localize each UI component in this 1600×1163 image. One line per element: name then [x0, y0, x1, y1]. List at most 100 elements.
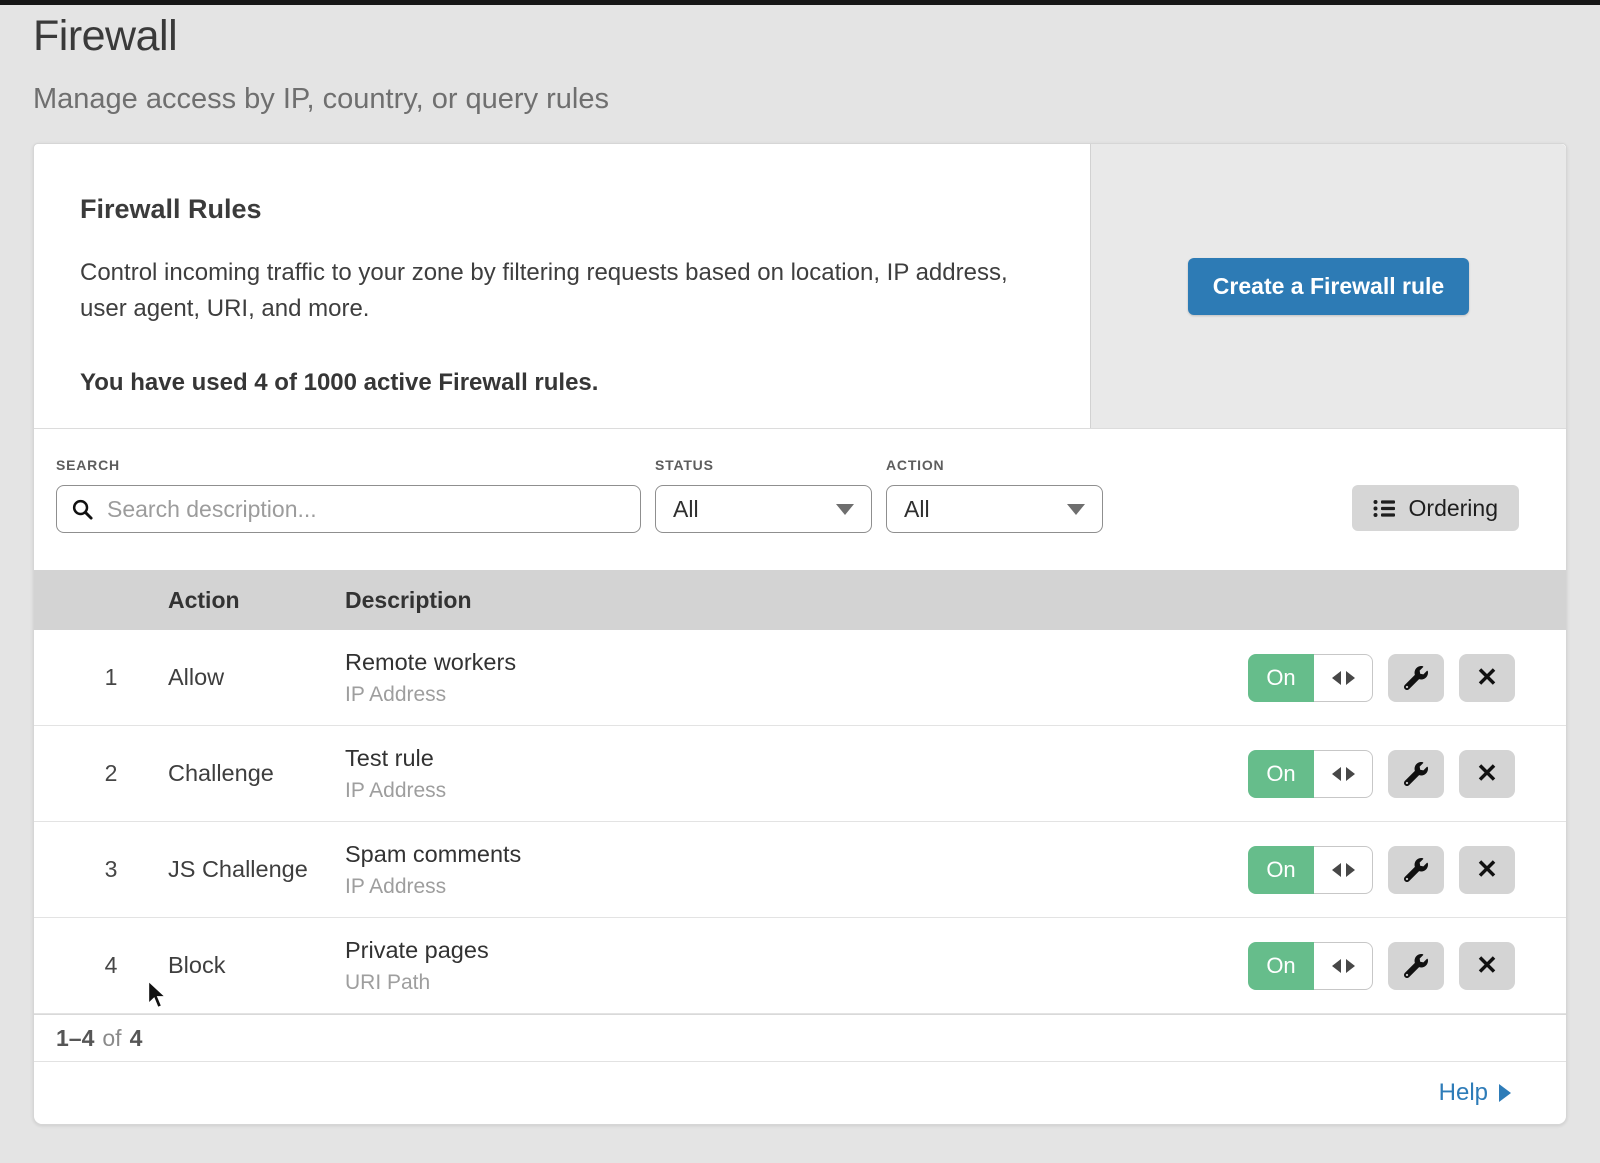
rule-description-cell: Private pages URI Path	[345, 937, 1248, 995]
action-label: ACTION	[886, 457, 1117, 473]
help-link-label: Help	[1439, 1079, 1488, 1107]
list-icon	[1373, 499, 1396, 518]
rule-priority-number: 3	[34, 856, 168, 883]
rules-table-body: 1 Allow Remote workers IP Address On	[34, 630, 1566, 1014]
toggle-handle[interactable]	[1314, 654, 1373, 702]
rule-enabled-toggle[interactable]: On	[1248, 846, 1373, 894]
filter-bar: SEARCH STATUS All ACTION All	[34, 429, 1566, 570]
rule-description-cell: Spam comments IP Address	[345, 841, 1248, 899]
delete-rule-button[interactable]: ✕	[1459, 942, 1515, 990]
rule-description: Private pages	[345, 937, 1248, 964]
search-filter-group: SEARCH	[56, 457, 641, 533]
rule-match-type: URI Path	[345, 971, 1248, 995]
rule-priority-number: 4	[34, 952, 168, 979]
edit-rule-button[interactable]	[1388, 942, 1444, 990]
firewall-rules-card: Firewall Rules Control incoming traffic …	[33, 143, 1567, 1125]
toggle-on-label: On	[1248, 654, 1314, 702]
action-select[interactable]: All	[886, 485, 1103, 533]
toggle-handle[interactable]	[1314, 750, 1373, 798]
page-header: Firewall Manage access by IP, country, o…	[33, 12, 609, 116]
wrench-icon	[1404, 762, 1428, 786]
search-box[interactable]	[56, 485, 641, 533]
search-input[interactable]	[105, 495, 626, 524]
arrow-left-icon	[1332, 959, 1341, 973]
rule-description-cell: Test rule IP Address	[345, 745, 1248, 803]
delete-rule-button[interactable]: ✕	[1459, 654, 1515, 702]
action-filter-group: ACTION All	[886, 457, 1117, 533]
pagination-row: 1–4 of 4	[34, 1014, 1566, 1061]
rule-controls: On ✕	[1248, 942, 1566, 990]
help-arrow-icon	[1499, 1084, 1511, 1102]
rule-match-type: IP Address	[345, 779, 1248, 803]
arrow-right-icon	[1346, 671, 1355, 685]
rule-priority-number: 1	[34, 664, 168, 691]
edit-rule-button[interactable]	[1388, 654, 1444, 702]
pagination-range: 1–4	[56, 1025, 94, 1052]
status-selected-value: All	[673, 496, 699, 523]
rule-action: Challenge	[168, 760, 345, 787]
rule-action: JS Challenge	[168, 856, 345, 883]
toggle-on-label: On	[1248, 750, 1314, 798]
page-title: Firewall	[33, 12, 609, 61]
pagination-total: 4	[130, 1025, 143, 1052]
arrow-left-icon	[1332, 863, 1341, 877]
close-icon: ✕	[1476, 758, 1498, 789]
rule-match-type: IP Address	[345, 875, 1248, 899]
arrow-right-icon	[1346, 959, 1355, 973]
search-label: SEARCH	[56, 457, 641, 473]
panel-title: Firewall Rules	[80, 194, 1020, 225]
rule-description-cell: Remote workers IP Address	[345, 649, 1248, 707]
rules-table-header: Action Description	[34, 570, 1566, 630]
toggle-on-label: On	[1248, 846, 1314, 894]
table-row: 2 Challenge Test rule IP Address On	[34, 726, 1566, 822]
rule-priority-number: 2	[34, 760, 168, 787]
rule-controls: On ✕	[1248, 750, 1566, 798]
rule-description: Spam comments	[345, 841, 1248, 868]
ordering-button[interactable]: Ordering	[1352, 485, 1519, 531]
firewall-rules-intro-panel: Firewall Rules Control incoming traffic …	[34, 144, 1566, 429]
ordering-button-label: Ordering	[1409, 495, 1498, 522]
help-row: Help	[34, 1061, 1566, 1124]
panel-description: Control incoming traffic to your zone by…	[80, 255, 1020, 327]
rule-match-type: IP Address	[345, 683, 1248, 707]
edit-rule-button[interactable]	[1388, 750, 1444, 798]
toggle-handle[interactable]	[1314, 942, 1373, 990]
toggle-on-label: On	[1248, 942, 1314, 990]
chevron-down-icon	[836, 504, 854, 515]
rule-enabled-toggle[interactable]: On	[1248, 654, 1373, 702]
action-column-header: Action	[168, 587, 345, 614]
arrow-left-icon	[1332, 671, 1341, 685]
action-selected-value: All	[904, 496, 930, 523]
arrow-right-icon	[1346, 863, 1355, 877]
window-top-edge	[0, 0, 1600, 5]
rule-description: Test rule	[345, 745, 1248, 772]
create-firewall-rule-button[interactable]: Create a Firewall rule	[1188, 258, 1469, 315]
wrench-icon	[1404, 666, 1428, 690]
arrow-right-icon	[1346, 767, 1355, 781]
rule-enabled-toggle[interactable]: On	[1248, 750, 1373, 798]
page-subtitle: Manage access by IP, country, or query r…	[33, 83, 609, 116]
rule-enabled-toggle[interactable]: On	[1248, 942, 1373, 990]
rule-controls: On ✕	[1248, 846, 1566, 894]
chevron-down-icon	[1067, 504, 1085, 515]
rule-action: Block	[168, 952, 345, 979]
edit-rule-button[interactable]	[1388, 846, 1444, 894]
table-row: 3 JS Challenge Spam comments IP Address …	[34, 822, 1566, 918]
rule-controls: On ✕	[1248, 654, 1566, 702]
delete-rule-button[interactable]: ✕	[1459, 750, 1515, 798]
help-link[interactable]: Help	[1439, 1079, 1511, 1107]
status-select[interactable]: All	[655, 485, 872, 533]
intro-text-section: Firewall Rules Control incoming traffic …	[34, 144, 1090, 428]
delete-rule-button[interactable]: ✕	[1459, 846, 1515, 894]
status-label: STATUS	[655, 457, 886, 473]
status-filter-group: STATUS All	[655, 457, 886, 533]
toggle-handle[interactable]	[1314, 846, 1373, 894]
wrench-icon	[1404, 858, 1428, 882]
table-row: 4 Block Private pages URI Path On	[34, 918, 1566, 1014]
description-column-header: Description	[345, 587, 1566, 614]
close-icon: ✕	[1476, 662, 1498, 693]
pagination-separator: of	[102, 1025, 121, 1052]
arrow-left-icon	[1332, 767, 1341, 781]
search-icon	[71, 498, 94, 521]
rule-description: Remote workers	[345, 649, 1248, 676]
